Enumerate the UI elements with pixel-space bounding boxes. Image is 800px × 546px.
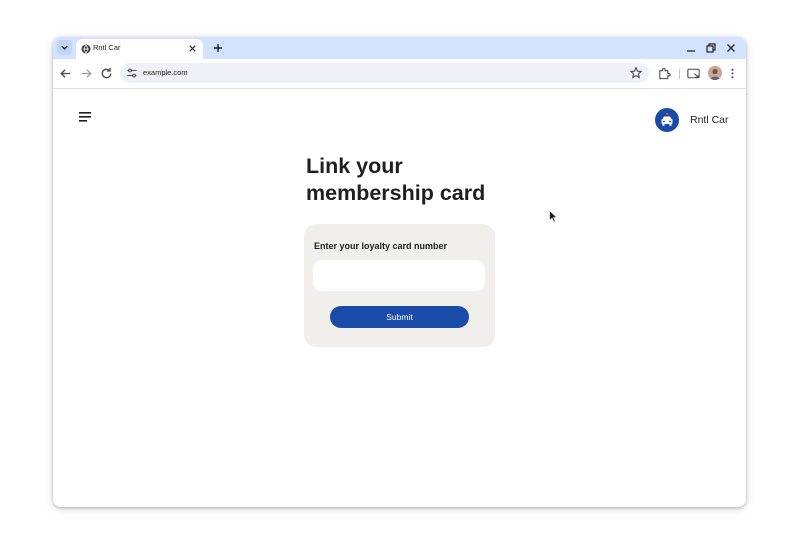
profile-photo (708, 66, 722, 80)
cast-icon[interactable] (686, 66, 701, 81)
page-title-line-2: membership card (306, 181, 486, 205)
tab-search-button[interactable] (57, 40, 72, 55)
page-title: Link your membership card (306, 153, 526, 207)
minimize-icon[interactable] (684, 41, 698, 55)
url-text: example.com (143, 68, 188, 77)
car-icon (655, 108, 679, 132)
tab-title: Rntl Car (93, 43, 121, 52)
tune-icon[interactable] (126, 67, 138, 79)
loyalty-card-input[interactable] (313, 260, 485, 291)
close-window-icon[interactable] (724, 41, 738, 55)
brand-name: Rntl Car (690, 114, 729, 126)
avatar[interactable] (708, 66, 722, 80)
hamburger-menu-icon[interactable] (78, 111, 92, 123)
arrow-left-icon[interactable] (58, 66, 73, 81)
address-bar[interactable]: example.com (120, 63, 649, 83)
reload-icon[interactable] (99, 66, 114, 81)
page-content: Rntl Car Link your membership card Enter… (53, 89, 746, 507)
globe-icon (81, 44, 91, 54)
plus-icon[interactable] (211, 41, 225, 55)
browser-window: Rntl Car example.com Rntl Car Link your … (53, 37, 746, 507)
mouse-cursor-icon (549, 210, 558, 223)
toolbar-divider (679, 69, 680, 79)
loyalty-card-form: Enter your loyalty card number Submit (304, 224, 495, 347)
page-title-line-1: Link your (306, 154, 403, 178)
restore-icon[interactable] (704, 41, 718, 55)
close-icon[interactable] (187, 43, 198, 54)
puzzle-icon[interactable] (657, 66, 672, 81)
more-vert-icon[interactable] (725, 66, 740, 81)
loyalty-card-label: Enter your loyalty card number (314, 241, 448, 251)
browser-toolbar: example.com (53, 59, 746, 89)
arrow-right-icon[interactable] (79, 66, 94, 81)
chevron-down-icon (61, 45, 68, 50)
star-icon[interactable] (629, 66, 643, 80)
tab-rntl-car[interactable]: Rntl Car (76, 39, 203, 59)
tab-strip: Rntl Car (53, 37, 746, 59)
submit-button[interactable]: Submit (330, 306, 469, 328)
